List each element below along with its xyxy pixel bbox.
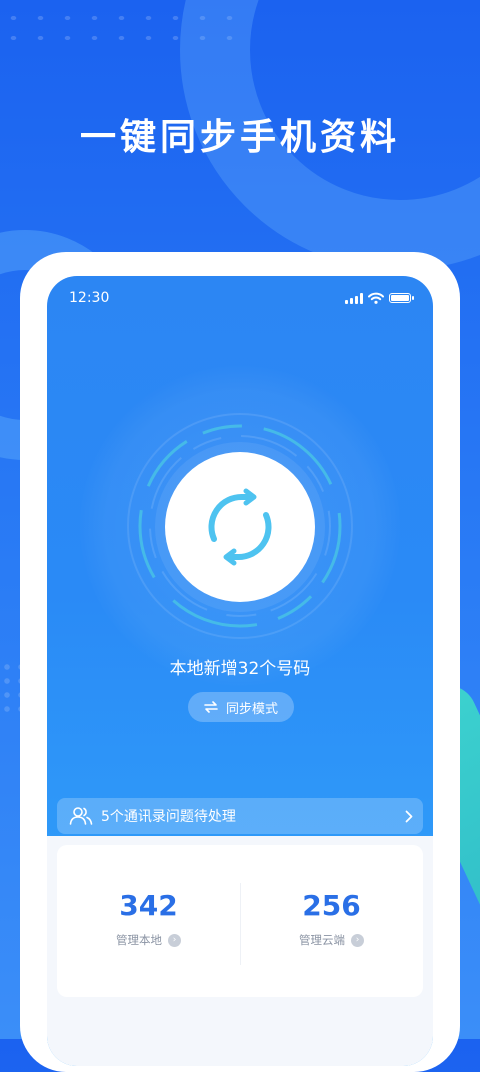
status-icons xyxy=(345,292,414,304)
contact-issues-banner[interactable]: 5个通讯录问题待处理 xyxy=(57,798,423,834)
stat-local-label: 管理本地 xyxy=(116,933,162,947)
swap-arrows-icon xyxy=(204,701,218,713)
contact-issues-text: 5个通讯录问题待处理 xyxy=(101,809,236,825)
stat-local-value: 342 xyxy=(119,889,178,922)
wifi-icon xyxy=(368,292,384,304)
promo-headline: 一键同步手机资料 xyxy=(79,117,400,158)
chevron-right-icon: › xyxy=(168,933,181,947)
new-contacts-count: 本地新增32个号码 xyxy=(169,659,311,679)
status-bar: 12:30 xyxy=(69,290,414,310)
chevron-right-icon xyxy=(405,810,413,822)
stat-cloud-label: 管理云端 xyxy=(299,933,345,947)
sync-button[interactable] xyxy=(165,452,315,602)
chevron-right-icon: › xyxy=(351,933,364,947)
sync-mode-label: 同步模式 xyxy=(225,701,278,717)
sync-icon xyxy=(208,488,272,566)
stats-card: 342 管理本地 › 256 管理云端 › xyxy=(57,845,423,997)
signal-icon xyxy=(345,292,363,304)
stat-cloud-value: 256 xyxy=(302,889,361,922)
sync-mode-button[interactable]: 同步模式 xyxy=(188,692,294,722)
phone-screen: 12:30 本地新增32个号码 同步模式 5个通讯录问题待处理 342 管理本地… xyxy=(47,276,433,1066)
status-time: 12:30 xyxy=(69,290,110,306)
stat-cloud[interactable]: 256 管理云端 › xyxy=(240,889,423,948)
contacts-icon xyxy=(69,807,93,825)
stat-local[interactable]: 342 管理本地 › xyxy=(57,889,240,948)
battery-icon xyxy=(389,293,414,303)
